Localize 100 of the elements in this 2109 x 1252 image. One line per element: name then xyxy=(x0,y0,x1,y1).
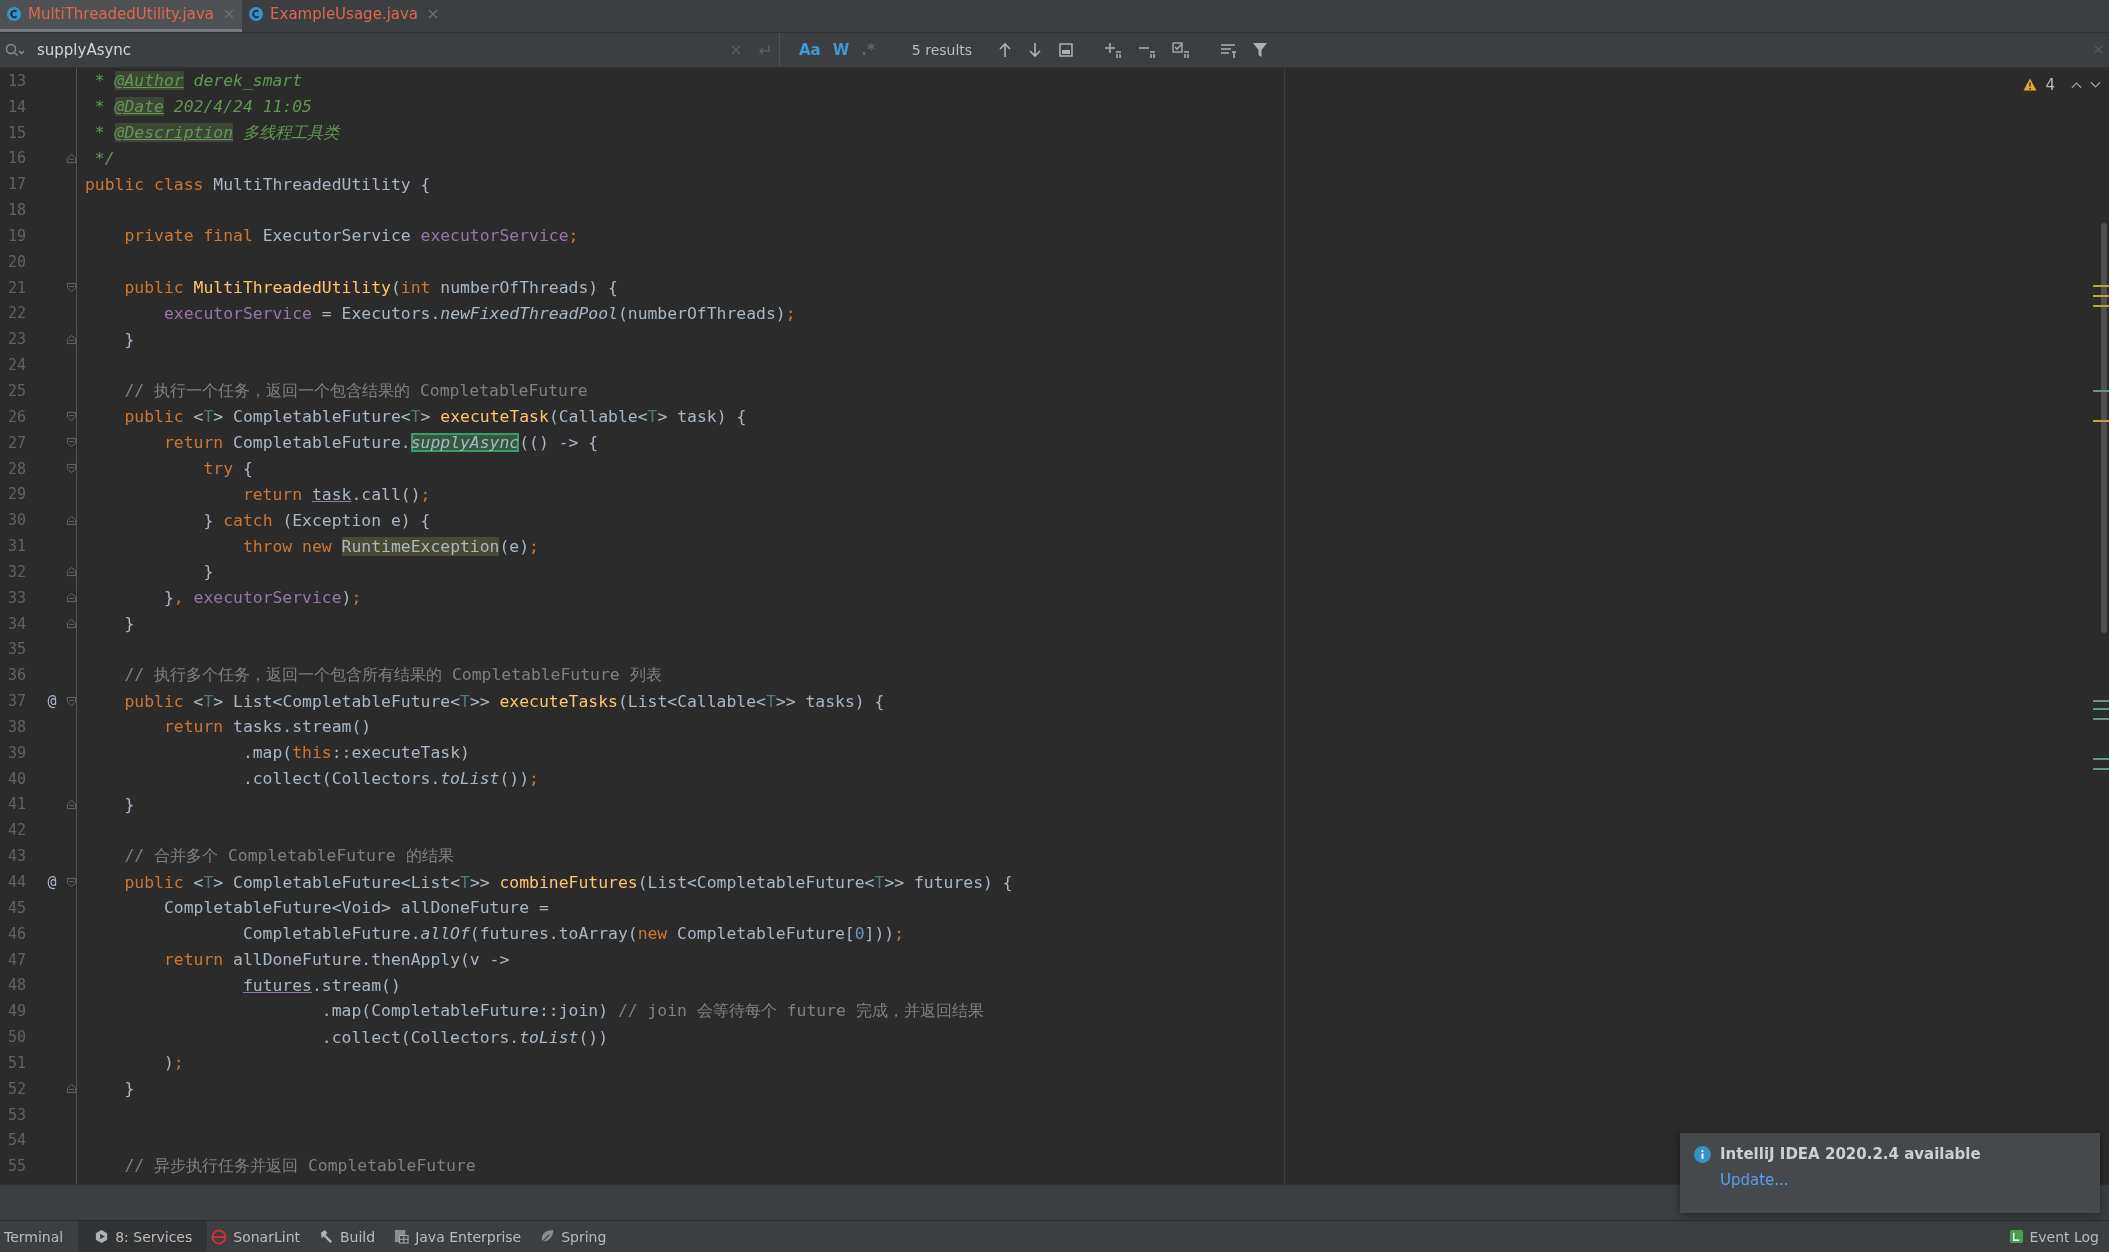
line-number: 50 xyxy=(7,1028,28,1047)
close-icon[interactable] xyxy=(2094,45,2103,55)
line-number: 14 xyxy=(7,97,28,116)
line-number: 16 xyxy=(7,149,28,168)
code-line: // 执行一个任务，返回一个包含结果的 CompletableFuture xyxy=(123,380,588,402)
line-number: 44 xyxy=(7,873,28,891)
line-number: 52 xyxy=(7,1079,28,1098)
code-line: * @Author derek_smart xyxy=(93,71,303,91)
code-line: */ xyxy=(93,148,115,168)
fold-start-icon[interactable] xyxy=(66,282,77,294)
fold-end-icon[interactable] xyxy=(66,618,77,630)
line-number: 43 xyxy=(7,847,28,866)
warning-count[interactable]: 4 xyxy=(2045,75,2055,94)
tool-window-button[interactable]: Build xyxy=(315,1221,391,1252)
code-line: // 合并多个 CompletableFuture 的结果 xyxy=(123,845,454,868)
search-option-toggle[interactable]: W xyxy=(829,38,853,61)
add-selection-icon[interactable] xyxy=(1104,41,1123,58)
tool-window-button[interactable]: Terminal xyxy=(0,1221,79,1252)
code-line: return tasks.stream() xyxy=(162,717,372,737)
update-link[interactable]: Update... xyxy=(1720,1171,1789,1189)
tool-window-button[interactable]: Spring xyxy=(536,1221,622,1252)
line-number: 45 xyxy=(7,898,28,917)
line-number: 42 xyxy=(7,821,28,840)
line-number: 23 xyxy=(7,330,28,349)
line-number: 33 xyxy=(7,588,28,607)
code-line: CompletableFuture<Void> allDoneFuture = xyxy=(162,898,549,918)
line-number: 31 xyxy=(7,537,28,556)
fold-end-icon[interactable] xyxy=(66,566,77,578)
code-line: } catch (Exception e) { xyxy=(202,510,431,530)
window-icon[interactable] xyxy=(1058,41,1075,58)
event-log-button[interactable]: Event Log xyxy=(2000,1221,2109,1252)
code-line: public <T> CompletableFuture<List<T>> combineFutures(List<CompletableFuture<T>> futures) { xyxy=(123,872,1013,892)
tool-window-button[interactable]: SonarLint xyxy=(207,1221,315,1252)
tool-window-button[interactable]: Java Enterprise xyxy=(390,1221,537,1252)
line-number: 22 xyxy=(7,304,28,323)
fold-end-icon[interactable] xyxy=(66,592,77,604)
clear-icon[interactable] xyxy=(731,44,741,55)
line-number: 26 xyxy=(7,407,28,426)
line-number: 28 xyxy=(7,459,28,478)
line-number: 47 xyxy=(7,950,28,969)
fold-start-icon[interactable] xyxy=(66,876,77,888)
search-option-toggle[interactable]: Aa xyxy=(796,38,824,61)
line-number: 21 xyxy=(7,278,28,297)
fold-end-icon[interactable] xyxy=(66,799,77,810)
notification-title: IntelliJ IDEA 2020.2.4 available xyxy=(1720,1145,1981,1163)
lines-icon[interactable] xyxy=(1220,41,1237,58)
code-line: } xyxy=(202,562,214,582)
code-line: return allDoneFuture.thenApply(v -> xyxy=(162,950,510,970)
fold-start-icon[interactable] xyxy=(66,411,77,423)
override-marker[interactable]: @ xyxy=(47,692,57,711)
close-icon[interactable] xyxy=(428,9,439,20)
line-number: 46 xyxy=(7,924,28,943)
line-number: 49 xyxy=(7,1002,28,1021)
no-entry-icon xyxy=(211,1228,228,1245)
fold-start-icon[interactable] xyxy=(66,695,77,707)
override-marker[interactable]: @ xyxy=(47,873,57,891)
code-line: }, executorService); xyxy=(162,588,362,608)
code-line: } xyxy=(123,614,135,634)
line-number: 55 xyxy=(7,1157,28,1176)
line-number: 51 xyxy=(7,1053,28,1072)
class-file-icon xyxy=(6,6,22,23)
hammer-icon xyxy=(319,1229,334,1244)
scrollbar-thumb[interactable] xyxy=(2101,222,2107,633)
line-number: 40 xyxy=(7,769,28,788)
newline-icon[interactable] xyxy=(757,42,771,57)
fold-end-icon[interactable] xyxy=(66,1083,77,1095)
line-number: 25 xyxy=(7,382,28,400)
arrow-up-icon[interactable] xyxy=(998,41,1013,58)
fold-end-icon[interactable] xyxy=(66,514,77,526)
warning-icon[interactable] xyxy=(2023,78,2038,92)
line-number: 39 xyxy=(7,743,28,762)
code-line: private final ExecutorService executorService; xyxy=(123,226,579,246)
fold-start-icon[interactable] xyxy=(66,463,77,474)
line-number: 41 xyxy=(7,795,28,814)
code-line: // 异步执行任务并返回 CompletableFuture xyxy=(123,1155,476,1178)
code-line: return CompletableFuture.supplyAsync(() -> { xyxy=(162,433,599,453)
code-line: } xyxy=(123,795,135,814)
fold-end-icon[interactable] xyxy=(66,333,77,345)
checklist-icon[interactable] xyxy=(1172,41,1191,58)
search-icon xyxy=(5,42,25,57)
line-number: 20 xyxy=(7,252,28,271)
filter-icon[interactable] xyxy=(1252,41,1269,58)
code-line: try { xyxy=(202,459,253,478)
line-number: 24 xyxy=(7,356,28,375)
chevron-up-icon[interactable] xyxy=(2071,80,2082,89)
line-number: 48 xyxy=(7,976,28,995)
info-icon xyxy=(1694,1145,1711,1163)
fold-start-icon[interactable] xyxy=(66,437,77,449)
play-hexagon-icon xyxy=(94,1229,110,1244)
close-icon[interactable] xyxy=(224,9,235,20)
line-number: 38 xyxy=(7,717,28,736)
results-count: 5 results xyxy=(911,41,973,58)
fold-end-icon[interactable] xyxy=(66,152,77,164)
tool-window-button[interactable]: 8: Services xyxy=(78,1221,208,1252)
line-number: 15 xyxy=(7,123,28,142)
chevron-down-icon[interactable] xyxy=(2090,80,2101,89)
search-field[interactable]: supplyAsync xyxy=(0,32,780,67)
file-tab[interactable]: ExampleUsage.java xyxy=(242,0,447,32)
code-line: * @Description 多线程工具类 xyxy=(93,121,339,144)
arrow-down-icon[interactable] xyxy=(1028,41,1043,58)
